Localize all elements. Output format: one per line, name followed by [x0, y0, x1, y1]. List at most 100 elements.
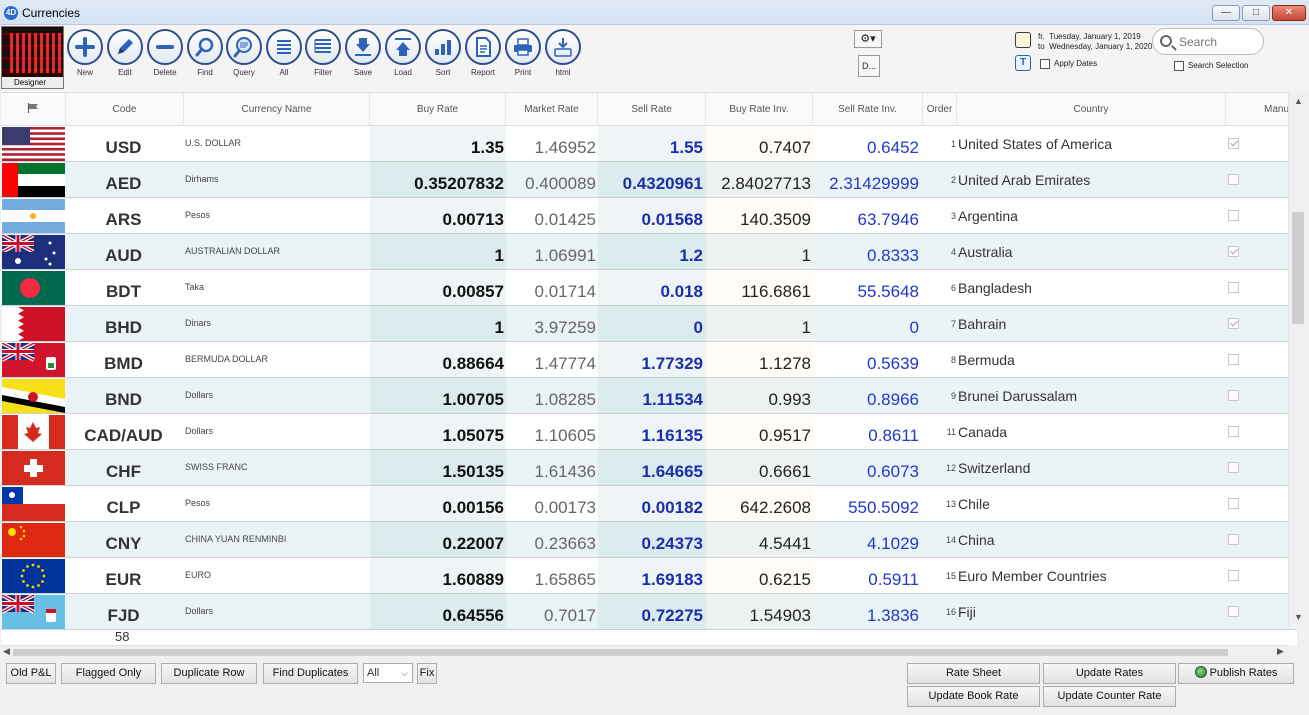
- cell-code[interactable]: ARS: [66, 198, 181, 234]
- t-button[interactable]: T: [1015, 55, 1031, 71]
- cell-order[interactable]: 6: [926, 270, 956, 306]
- cell-country[interactable]: United States of America: [958, 126, 1226, 162]
- cell-country[interactable]: Bahrain: [958, 306, 1226, 342]
- save-tool-button[interactable]: Save: [343, 29, 383, 87]
- cell-sell-rate[interactable]: 0.4320961: [598, 162, 706, 198]
- cell-order[interactable]: 14: [926, 522, 956, 558]
- scroll-down-arrow-icon[interactable]: ▼: [1294, 612, 1303, 622]
- cell-sell-rate[interactable]: 0.72275: [598, 594, 706, 630]
- minimize-button[interactable]: —: [1212, 5, 1240, 21]
- cell-sell-rate[interactable]: 1.64665: [598, 450, 706, 486]
- print-tool-button[interactable]: Print: [503, 29, 543, 87]
- cell-currency-name[interactable]: Pesos: [185, 486, 370, 522]
- cell-currency-name[interactable]: Pesos: [185, 198, 370, 234]
- cell-currency-name[interactable]: BERMUDA DOLLAR: [185, 342, 370, 378]
- cell-code[interactable]: BMD: [66, 342, 181, 378]
- cell-country[interactable]: Switzerland: [958, 450, 1226, 486]
- table-row[interactable]: BHD Dinars 1 3.97259 0 1 0 7 Bahrain: [1, 306, 1297, 342]
- cell-buy-rate-inv[interactable]: 2.84027713: [706, 162, 813, 198]
- cell-market-rate[interactable]: 1.47774: [506, 342, 598, 378]
- scroll-up-arrow-icon[interactable]: ▲: [1294, 96, 1303, 106]
- table-row[interactable]: BDT Taka 0.00857 0.01714 0.018 116.6861 55.564…: [1, 270, 1297, 306]
- manual-checkbox[interactable]: [1228, 318, 1242, 330]
- manual-checkbox-box[interactable]: [1228, 174, 1239, 185]
- scroll-left-arrow-icon[interactable]: ◀: [3, 646, 10, 657]
- cell-order[interactable]: 16: [926, 594, 956, 630]
- cell-sell-rate[interactable]: 0.018: [598, 270, 706, 306]
- cell-currency-name[interactable]: Dollars: [185, 594, 370, 630]
- cell-currency-name[interactable]: EURO: [185, 558, 370, 594]
- update-rates-button[interactable]: Update Rates: [1043, 663, 1176, 684]
- search-input[interactable]: [1177, 34, 1257, 50]
- settings-gear-button[interactable]: ⚙▾: [854, 30, 882, 48]
- cell-buy-rate-inv[interactable]: 1.54903: [706, 594, 813, 630]
- query-tool-button[interactable]: Query: [224, 29, 264, 87]
- table-row[interactable]: BND Dollars 1.00705 1.08285 1.11534 0.993 0.89…: [1, 378, 1297, 414]
- cell-buy-rate-inv[interactable]: 0.993: [706, 378, 813, 414]
- delete-tool-button[interactable]: Delete: [145, 29, 185, 87]
- designer-thumbnail[interactable]: Designer: [1, 26, 64, 89]
- cell-sell-rate[interactable]: 0.01568: [598, 198, 706, 234]
- cell-country[interactable]: Brunei Darussalam: [958, 378, 1226, 414]
- cell-market-rate[interactable]: 0.400089: [506, 162, 598, 198]
- cell-country[interactable]: Bangladesh: [958, 270, 1226, 306]
- cell-code[interactable]: AUD: [66, 234, 181, 270]
- table-row[interactable]: USD U.S. DOLLAR 1.35 1.46952 1.55 0.7407 0.645…: [1, 126, 1297, 162]
- manual-checkbox[interactable]: [1228, 210, 1242, 222]
- cell-sell-rate-inv[interactable]: 0.6073: [813, 450, 922, 486]
- cell-sell-rate[interactable]: 0: [598, 306, 706, 342]
- manual-checkbox-box[interactable]: [1228, 462, 1239, 473]
- manual-checkbox-box[interactable]: [1228, 570, 1239, 581]
- cell-sell-rate-inv[interactable]: 55.5648: [813, 270, 922, 306]
- manual-checkbox[interactable]: [1228, 174, 1242, 186]
- manual-checkbox[interactable]: [1228, 426, 1242, 438]
- cell-code[interactable]: EUR: [66, 558, 181, 594]
- cell-country[interactable]: Bermuda: [958, 342, 1226, 378]
- search-selection-checkbox[interactable]: Search Selection: [1174, 61, 1248, 71]
- cell-country[interactable]: Chile: [958, 486, 1226, 522]
- cell-code[interactable]: BND: [66, 378, 181, 414]
- cell-code[interactable]: CNY: [66, 522, 181, 558]
- cell-sell-rate-inv[interactable]: 0.6452: [813, 126, 922, 162]
- cell-buy-rate[interactable]: 1.35: [370, 126, 506, 162]
- cell-currency-name[interactable]: Dirhams: [185, 162, 370, 198]
- manual-checkbox-box[interactable]: [1228, 534, 1239, 545]
- table-row[interactable]: EUR EURO 1.60889 1.65865 1.69183 0.6215 0.5911…: [1, 558, 1297, 594]
- cell-buy-rate[interactable]: 0.22007: [370, 522, 506, 558]
- duplicate-row-button[interactable]: Duplicate Row: [161, 663, 257, 684]
- header-order[interactable]: Order: [923, 93, 957, 126]
- cell-buy-rate[interactable]: 1: [370, 306, 506, 342]
- manual-checkbox[interactable]: [1228, 282, 1242, 294]
- flagged-only-button[interactable]: Flagged Only: [61, 663, 156, 684]
- cell-sell-rate-inv[interactable]: 4.1029: [813, 522, 922, 558]
- cell-sell-rate-inv[interactable]: 63.7946: [813, 198, 922, 234]
- manual-checkbox-box[interactable]: [1228, 426, 1239, 437]
- cell-market-rate[interactable]: 3.97259: [506, 306, 598, 342]
- cell-sell-rate-inv[interactable]: 2.31429999: [813, 162, 922, 198]
- manual-checkbox[interactable]: [1228, 390, 1242, 402]
- cell-market-rate[interactable]: 1.08285: [506, 378, 598, 414]
- cell-market-rate[interactable]: 0.7017: [506, 594, 598, 630]
- cell-country[interactable]: Fiji: [958, 594, 1226, 630]
- cell-sell-rate[interactable]: 1.16135: [598, 414, 706, 450]
- load-tool-button[interactable]: Load: [383, 29, 423, 87]
- table-row[interactable]: ARS Pesos 0.00713 0.01425 0.01568 140.3509 63.…: [1, 198, 1297, 234]
- cell-buy-rate-inv[interactable]: 642.2608: [706, 486, 813, 522]
- cell-sell-rate-inv[interactable]: 0.8333: [813, 234, 922, 270]
- cell-market-rate[interactable]: 0.00173: [506, 486, 598, 522]
- manual-checkbox-box[interactable]: [1228, 318, 1239, 329]
- table-row[interactable]: FJD Dollars 0.64556 0.7017 0.72275 1.54903 1.3…: [1, 594, 1297, 630]
- cell-sell-rate[interactable]: 1.55: [598, 126, 706, 162]
- cell-sell-rate[interactable]: 1.69183: [598, 558, 706, 594]
- cell-code[interactable]: CAD/AUD: [66, 414, 181, 450]
- horizontal-scroll-thumb[interactable]: [13, 649, 1228, 656]
- cell-order[interactable]: 3: [926, 198, 956, 234]
- table-row[interactable]: AUD AUSTRALIAN DOLLAR 1 1.06991 1.2 1 0.8333 4 A…: [1, 234, 1297, 270]
- cell-sell-rate[interactable]: 0.00182: [598, 486, 706, 522]
- cell-currency-name[interactable]: Dinars: [185, 306, 370, 342]
- cell-buy-rate[interactable]: 0.00713: [370, 198, 506, 234]
- cell-currency-name[interactable]: SWISS FRANC: [185, 450, 370, 486]
- cell-market-rate[interactable]: 1.10605: [506, 414, 598, 450]
- cell-sell-rate[interactable]: 1.2: [598, 234, 706, 270]
- update-book-rate-button[interactable]: Update Book Rate: [907, 686, 1040, 707]
